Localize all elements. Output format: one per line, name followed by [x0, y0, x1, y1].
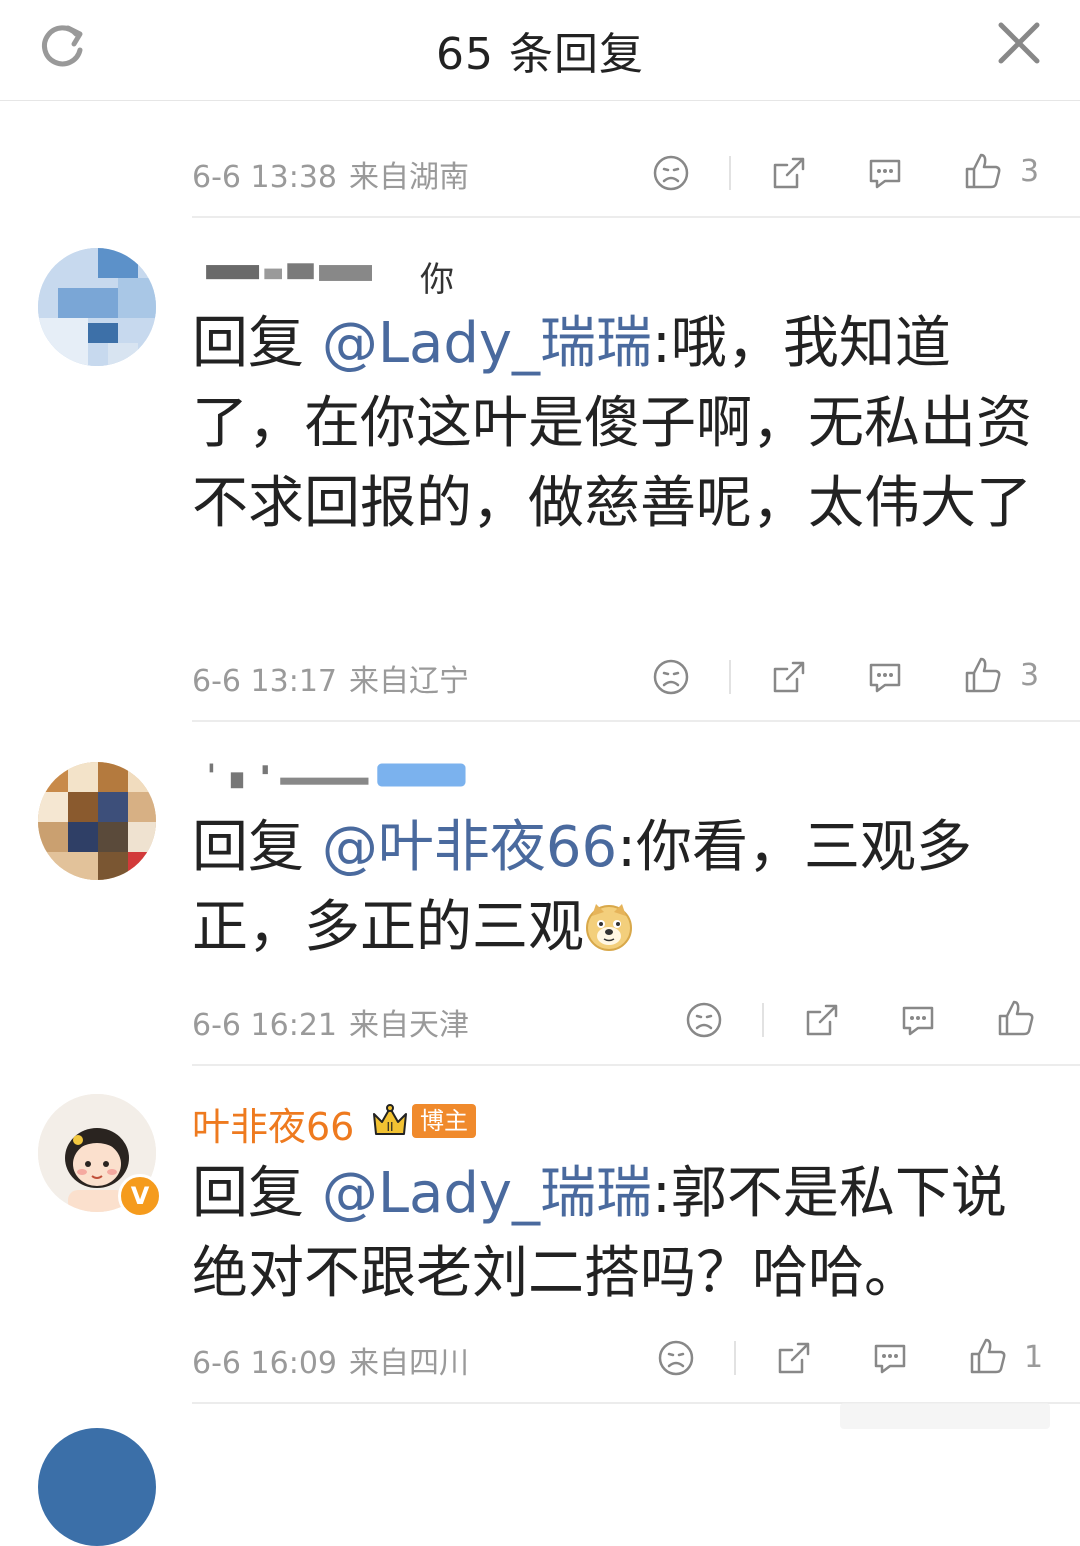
comment-meta: 6-6 13:38 来自湖南: [192, 152, 469, 196]
username-fragment: 你: [420, 252, 454, 301]
dislike-icon[interactable]: [656, 1338, 696, 1378]
share-icon[interactable]: [769, 153, 809, 193]
like-icon[interactable]: [963, 655, 1003, 695]
mention-link[interactable]: @Lady_瑞瑞: [322, 311, 652, 376]
comment-body: 回复 @Lady_瑞瑞:哦，我知道了，在你这叶是傻子啊，无私出资不求回报的，做慈…: [192, 304, 1052, 544]
comment-location: 来自天津: [349, 1008, 469, 1043]
dislike-icon[interactable]: [651, 657, 691, 697]
share-icon[interactable]: [802, 1000, 842, 1040]
crown-icon: II: [370, 1100, 410, 1140]
comment-location: 来自湖南: [349, 160, 469, 195]
divider: [192, 720, 1080, 722]
close-icon[interactable]: [996, 20, 1042, 66]
comment-body: 回复 @Lady_瑞瑞:郭不是私下说绝对不跟老刘二搭吗？哈哈。: [192, 1154, 1052, 1314]
comment-time: 6-6 16:09: [192, 1346, 337, 1381]
comment-meta: 6-6 13:17 来自辽宁: [192, 656, 469, 700]
comment-icon[interactable]: [865, 153, 905, 193]
header: 65 条回复: [0, 0, 1080, 101]
separator: [729, 660, 731, 694]
page-title: 65 条回复: [0, 18, 1080, 82]
comment-location: 来自四川: [349, 1346, 469, 1381]
comment-time: 6-6 13:17: [192, 664, 337, 699]
like-icon[interactable]: [996, 998, 1036, 1038]
like-icon[interactable]: [963, 151, 1003, 191]
comment-icon[interactable]: [865, 657, 905, 697]
comment-meta: 6-6 16:21 来自天津: [192, 1000, 469, 1044]
share-icon[interactable]: [769, 657, 809, 697]
watermark: [840, 1399, 1050, 1433]
comment-meta: 6-6 16:09 来自四川: [192, 1338, 469, 1382]
dislike-icon[interactable]: [651, 153, 691, 193]
separator: [734, 1341, 736, 1375]
like-icon[interactable]: [968, 1336, 1008, 1376]
like-count: 3: [1020, 658, 1039, 693]
comment-icon[interactable]: [898, 1000, 938, 1040]
divider: [192, 1064, 1080, 1066]
avatar[interactable]: [38, 248, 156, 366]
blurred-username[interactable]: [192, 760, 492, 790]
share-icon[interactable]: [774, 1338, 814, 1378]
doge-emoji: [584, 902, 634, 952]
comment-body: 回复 @叶非夜66:你看，三观多正，多正的三观: [192, 808, 1052, 968]
comment-time: 6-6 13:38: [192, 160, 337, 195]
separator: [762, 1003, 764, 1037]
divider: [192, 216, 1080, 218]
username[interactable]: 叶非夜66: [192, 1096, 354, 1151]
like-count: 1: [1024, 1340, 1043, 1375]
blogger-badge: 博主: [412, 1104, 476, 1138]
comment-time: 6-6 16:21: [192, 1008, 337, 1043]
dislike-icon[interactable]: [684, 1000, 724, 1040]
avatar[interactable]: [38, 762, 156, 880]
svg-text:II: II: [386, 1120, 393, 1134]
mention-link[interactable]: @Lady_瑞瑞: [322, 1161, 652, 1226]
reply-prefix: 回复: [192, 311, 304, 376]
comment-icon[interactable]: [870, 1338, 910, 1378]
like-count: 3: [1020, 154, 1039, 189]
separator: [729, 156, 731, 190]
blurred-username[interactable]: [192, 258, 432, 288]
reply-prefix: 回复: [192, 815, 304, 880]
reply-prefix: 回复: [192, 1161, 304, 1226]
avatar[interactable]: [38, 1428, 156, 1546]
mention-link[interactable]: @叶非夜66: [322, 815, 617, 880]
comment-location: 来自辽宁: [349, 664, 469, 699]
verified-badge: V: [118, 1174, 162, 1218]
